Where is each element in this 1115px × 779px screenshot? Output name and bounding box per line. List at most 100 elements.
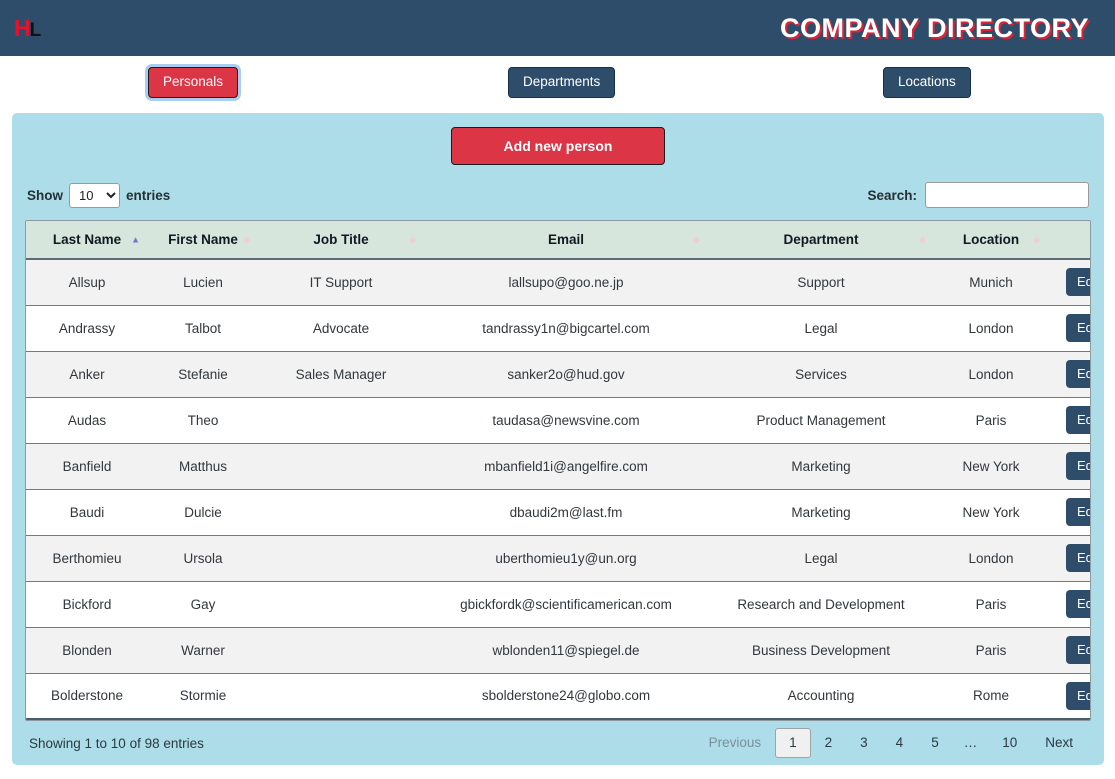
cell-email: wblonden11@spiegel.de — [424, 627, 708, 674]
cell-location: New York — [934, 443, 1048, 490]
pagination-ellipsis: … — [963, 735, 978, 751]
sort-ascending-icon: ▲ — [131, 234, 140, 244]
add-person-row: Add new person — [25, 127, 1091, 165]
edit-button[interactable]: Edit — [1066, 452, 1090, 480]
edit-button[interactable]: Edit — [1066, 406, 1090, 434]
cell-email: tandrassy1n@bigcartel.com — [424, 305, 708, 352]
cell-actions: EditDelete — [1048, 351, 1090, 398]
cell-location: London — [934, 535, 1048, 582]
cell-location: New York — [934, 489, 1048, 536]
cell-job-title — [258, 627, 424, 674]
cell-email: dbaudi2m@last.fm — [424, 489, 708, 536]
column-header-last-name[interactable]: Last Name ▲ — [26, 221, 148, 260]
cell-actions: EditDelete — [1048, 627, 1090, 674]
pagination-page-10[interactable]: 10 — [988, 728, 1031, 758]
table-row: Bolderstone Stormie sbolderstone24@globo.c… — [26, 673, 1090, 720]
cell-job-title — [258, 535, 424, 582]
table-controls: Show 102550100 entries Search: — [25, 182, 1091, 208]
pagination: Previous 1 2 3 4 5 … 10 Next — [695, 728, 1087, 758]
pagination-page-5[interactable]: 5 — [917, 728, 953, 758]
nav-tab-locations[interactable]: Locations — [883, 67, 971, 98]
cell-first-name: Stefanie — [148, 351, 258, 398]
cell-location: Munich — [934, 259, 1048, 306]
cell-actions: EditDelete — [1048, 397, 1090, 444]
table-row: Anker Stefanie Sales Manager sanker2o@hud.g… — [26, 351, 1090, 398]
edit-button[interactable]: Edit — [1066, 681, 1090, 710]
search-input[interactable] — [925, 182, 1089, 208]
cell-department: Marketing — [708, 443, 934, 490]
cell-last-name: Allsup — [26, 259, 148, 306]
cell-department: Legal — [708, 305, 934, 352]
edit-button[interactable]: Edit — [1066, 636, 1090, 664]
show-label: Show — [27, 187, 63, 203]
cell-job-title: Advocate — [258, 305, 424, 352]
add-new-person-button[interactable]: Add new person — [451, 127, 665, 165]
cell-email: taudasa@newsvine.com — [424, 397, 708, 444]
app-logo: HL — [14, 14, 41, 41]
column-header-department-label: Department — [783, 232, 859, 247]
pagination-page-3[interactable]: 3 — [846, 728, 882, 758]
cell-department: Legal — [708, 535, 934, 582]
cell-department: Business Development — [708, 627, 934, 674]
edit-button[interactable]: Edit — [1066, 498, 1090, 526]
nav-tab-personals[interactable]: Personals — [148, 67, 239, 98]
cell-department: Support — [708, 259, 934, 306]
column-header-location[interactable]: Location ◆ — [934, 221, 1048, 260]
column-header-first-name[interactable]: First Name ◆ — [148, 221, 258, 260]
cell-actions: EditDelete — [1048, 535, 1090, 582]
logo-letter-h: H — [14, 14, 31, 41]
edit-button[interactable]: Edit — [1066, 268, 1090, 297]
column-header-email[interactable]: Email ◆ — [424, 221, 708, 260]
directory-panel: Add new person Show 102550100 entries Se… — [12, 113, 1104, 765]
cell-first-name: Dulcie — [148, 489, 258, 536]
cell-last-name: Banfield — [26, 443, 148, 490]
entries-per-page-select[interactable]: 102550100 — [69, 182, 120, 208]
cell-last-name: Audas — [26, 397, 148, 444]
sort-toggle-icon: ◆ — [1033, 234, 1040, 244]
edit-button[interactable]: Edit — [1066, 590, 1090, 618]
edit-button[interactable]: Edit — [1066, 544, 1090, 572]
column-header-location-label: Location — [962, 232, 1020, 247]
cell-department: Services — [708, 351, 934, 398]
cell-last-name: Bolderstone — [26, 673, 148, 720]
table-row: Allsup Lucien IT Support lallsupo@goo.ne.jp… — [26, 259, 1090, 306]
cell-location: Paris — [934, 581, 1048, 628]
cell-first-name: Ursola — [148, 535, 258, 582]
cell-job-title — [258, 443, 424, 490]
directory-table: Last Name ▲ First Name ◆ Job Title ◆ Ema… — [26, 221, 1090, 720]
table-header-row: Last Name ▲ First Name ◆ Job Title ◆ Ema… — [26, 221, 1090, 260]
cell-job-title — [258, 581, 424, 628]
cell-location: Paris — [934, 627, 1048, 674]
sort-toggle-icon: ◆ — [693, 234, 700, 244]
entries-length-control: Show 102550100 entries — [27, 182, 171, 208]
column-header-job-title[interactable]: Job Title ◆ — [258, 221, 424, 260]
cell-first-name: Warner — [148, 627, 258, 674]
column-header-last-name-label: Last Name — [52, 232, 122, 247]
directory-table-container: Last Name ▲ First Name ◆ Job Title ◆ Ema… — [25, 220, 1091, 721]
edit-button[interactable]: Edit — [1066, 314, 1090, 342]
cell-job-title: Sales Manager — [258, 351, 424, 398]
pagination-next[interactable]: Next — [1031, 728, 1087, 758]
cell-job-title — [258, 673, 424, 720]
pagination-page-4[interactable]: 4 — [882, 728, 918, 758]
table-head: Last Name ▲ First Name ◆ Job Title ◆ Ema… — [26, 221, 1090, 260]
cell-department: Product Management — [708, 397, 934, 444]
cell-actions: EditDelete — [1048, 673, 1090, 720]
entries-label: entries — [126, 187, 171, 203]
nav-tab-departments[interactable]: Departments — [508, 67, 616, 98]
table-row: Berthomieu Ursola uberthomieu1y@un.org Lega… — [26, 535, 1090, 582]
pagination-page-1[interactable]: 1 — [775, 728, 811, 758]
cell-job-title — [258, 397, 424, 444]
sort-toggle-icon: ◆ — [243, 234, 250, 244]
column-header-department[interactable]: Department ◆ — [708, 221, 934, 260]
sort-toggle-icon: ◆ — [919, 234, 926, 244]
cell-first-name: Matthus — [148, 443, 258, 490]
edit-button[interactable]: Edit — [1066, 360, 1090, 388]
main-nav: Personals Departments Locations — [0, 56, 1115, 108]
cell-actions: EditDelete — [1048, 489, 1090, 536]
pagination-page-2[interactable]: 2 — [811, 728, 847, 758]
table-row: Bickford Gay gbickfordk@scientificamerican… — [26, 581, 1090, 628]
pagination-previous[interactable]: Previous — [695, 728, 776, 758]
cell-location: London — [934, 305, 1048, 352]
search-label: Search: — [867, 187, 917, 203]
